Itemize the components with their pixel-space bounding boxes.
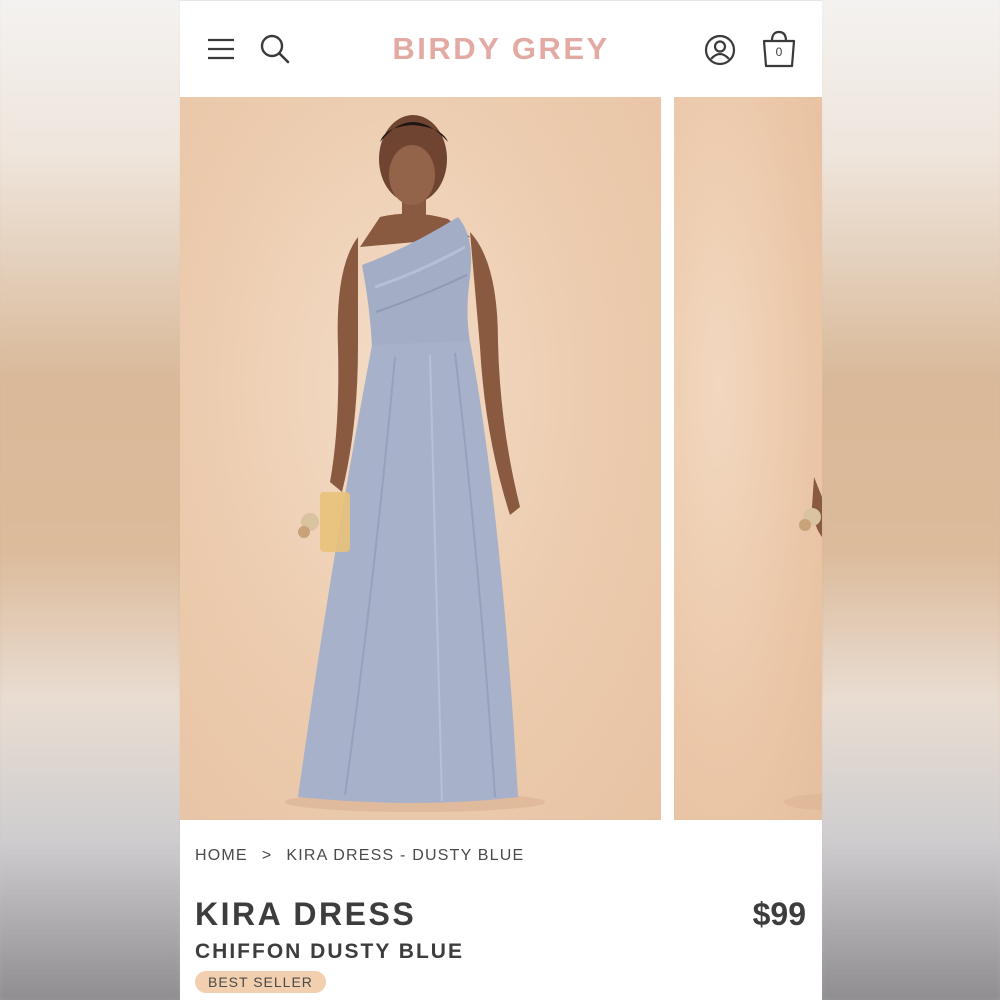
- account-icon[interactable]: [703, 33, 737, 67]
- product-title: KIRA DRESS: [195, 896, 417, 932]
- search-icon[interactable]: [258, 32, 292, 66]
- product-info: HOME > KIRA DRESS - DUSTY BLUE KIRA DRES…: [180, 820, 822, 1000]
- model-dress-photo-next[interactable]: [674, 97, 822, 820]
- breadcrumb-current: KIRA DRESS - DUSTY BLUE: [286, 847, 525, 864]
- background-blur-left: [0, 0, 180, 1000]
- breadcrumb: HOME > KIRA DRESS - DUSTY BLUE: [195, 847, 524, 865]
- hamburger-menu-icon[interactable]: [204, 34, 238, 64]
- model-one-shoulder-dress-photo[interactable]: [180, 97, 661, 820]
- product-image-gallery[interactable]: [180, 97, 822, 820]
- shopping-bag-icon[interactable]: 0: [760, 29, 798, 69]
- product-price: $99: [752, 896, 806, 932]
- site-header: BIRDY GREY 0: [180, 0, 822, 97]
- product-subtitle: CHIFFON DUSTY BLUE: [195, 940, 464, 963]
- breadcrumb-home-link[interactable]: HOME: [195, 847, 248, 865]
- breadcrumb-separator: >: [261, 847, 273, 864]
- best-seller-badge: BEST SELLER: [195, 971, 326, 993]
- background-blur-right: [822, 0, 1000, 1000]
- cart-count: 0: [775, 45, 783, 59]
- mobile-screen: BIRDY GREY 0 HOME > KIRA DRESS - DUSTY B…: [180, 0, 822, 1000]
- brand-logo[interactable]: BIRDY GREY: [340, 31, 662, 67]
